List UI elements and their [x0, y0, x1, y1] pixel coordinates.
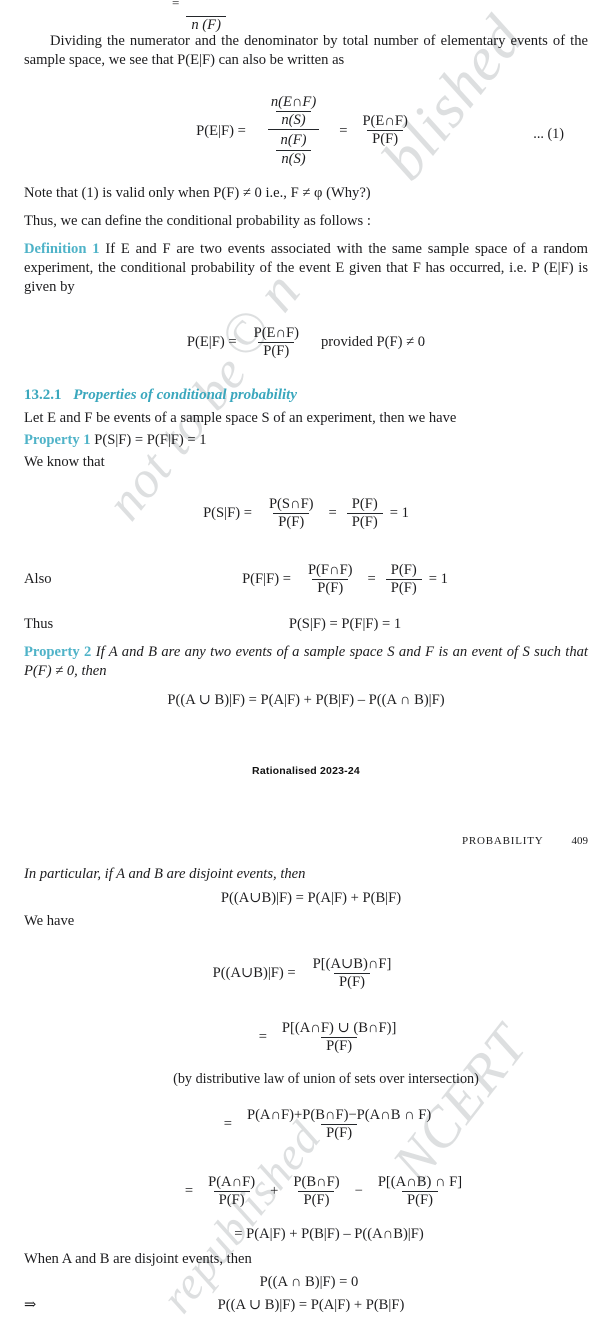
nested-denominator: n(F) n(S)	[267, 129, 320, 167]
equals-sign: =	[328, 505, 337, 522]
also-row: Also P(F|F) = P(F∩F) P(F) = P(F) P(F) = …	[24, 554, 588, 606]
equation-distributive: = P[(A∩F) ∪ (B∩F)] P(F)	[24, 1011, 588, 1065]
definition-1-text: If E and F are two events associated wit…	[24, 240, 588, 295]
equation-pff-result: = 1	[428, 571, 448, 588]
fraction: P[(A∩B) ∩ F] P(F)	[377, 1173, 463, 1209]
equation-disjoint: P((A∪B)|F) = P(A|F) + P(B|F)	[220, 889, 402, 906]
thus-row: Thus P(S|F) = P(F|F) = 1	[24, 616, 588, 633]
section-number: 13.2.1	[24, 386, 62, 403]
nested-fraction: n(E∩F) n(S) n(F) n(S)	[258, 93, 329, 168]
page-break-gap	[0, 777, 612, 835]
equation-expanded: = P(A∩F)+P(B∩F)−P(A∩B ∩ F) P(F)	[24, 1098, 588, 1152]
top-cut-fraction: = n (F)	[24, 0, 588, 33]
equation-intersection-zero: P((A ∩ B)|F) = 0	[259, 1273, 359, 1290]
equation-aub-f: P((A∪B)|F) = P[(A∪B)∩F] P(F)	[24, 947, 588, 1001]
equation-1-tag: ... (1)	[533, 125, 564, 142]
definition-1-block: Definition 1 If E and F are two events a…	[24, 240, 588, 297]
fraction: n (F)	[186, 0, 226, 34]
page-section-upper: = n (F) Dividing the numerator and the d…	[0, 0, 612, 777]
section-title: Properties of conditional probability	[73, 386, 297, 403]
property-2-label: Property 2	[24, 643, 92, 660]
section-heading-13-2-1: 13.2.1 Properties of conditional probabi…	[24, 387, 588, 404]
paragraph-dividing: Dividing the numerator and the denominat…	[24, 33, 588, 68]
page-number: 409	[571, 834, 589, 847]
property-1-block: Property 1 P(S|F) = P(F|F) = 1	[24, 431, 588, 450]
page-content: = n (F) Dividing the numerator and the d…	[0, 0, 612, 1319]
equation-aub-lhs: P((A∪B)|F) =	[212, 965, 296, 982]
equals-sign: =	[339, 122, 348, 139]
equals-sign: =	[258, 1029, 267, 1046]
fraction: P[(A∪B)∩F] P(F)	[312, 955, 392, 991]
equation-property-2: P((A ∪ B)|F) = P(A|F) + P(B|F) – P((A ∩ …	[167, 691, 445, 708]
we-have-line: We have	[24, 912, 75, 929]
in-particular-line: In particular, if A and B are disjoint e…	[24, 865, 306, 882]
property-2-text: If A and B are any two events of a sampl…	[24, 643, 588, 679]
equation-def-suffix: provided P(F) ≠ 0	[320, 334, 426, 351]
fraction: P(B∩F) P(F)	[293, 1173, 340, 1209]
nested-numerator: n(E∩F) n(S)	[270, 93, 317, 128]
equation-final-sum: = P(A|F) + P(B|F) – P((A∩B)|F)	[234, 1225, 424, 1242]
implies-row-1: ⇒ P((A ∪ B)|F) = P(A|F) + P(B|F)	[24, 1296, 588, 1314]
we-know-that-line: We know that	[24, 453, 105, 470]
equation-thus: P(S|F) = P(F|F) = 1	[288, 615, 402, 632]
page-section-lower: PROBABILITY 409 In particular, if A and …	[0, 835, 612, 1319]
distributive-law-note: (by distributive law of union of sets ov…	[173, 1070, 479, 1087]
fraction: P(F) P(F)	[346, 496, 383, 531]
equals-sign: =	[223, 1116, 232, 1133]
fraction: P(F∩F) P(F)	[307, 561, 353, 597]
equation-def-lhs: P(E|F) =	[186, 334, 237, 351]
equals-sign: =	[367, 571, 376, 588]
fraction: P(A∩F) P(F)	[208, 1173, 256, 1209]
note-valid-line: Note that (1) is valid only when P(F) ≠ …	[24, 184, 371, 201]
minus-sign: −	[354, 1183, 363, 1200]
property-1-label: Property 1	[24, 431, 91, 448]
fraction: P(F) P(F)	[385, 562, 422, 597]
equals-sign: =	[184, 1183, 194, 1200]
equation-1-block: P(E|F) = n(E∩F) n(S) n(F) n(S) = P(E∩F) …	[24, 84, 588, 178]
equation-psf-result: = 1	[389, 505, 409, 522]
equation-pff-lhs: P(F|F) =	[242, 571, 291, 588]
fraction: P[(A∩F) ∪ (B∩F)] P(F)	[281, 1019, 397, 1055]
equation-definition: P(E|F) = P(E∩F) P(F) provided P(F) ≠ 0	[24, 315, 588, 371]
running-header: PROBABILITY 409	[24, 835, 588, 847]
running-header-subject: PROBABILITY	[461, 834, 544, 847]
fraction-pef-pf: P(E∩F) P(F)	[362, 112, 408, 148]
equation-pff: P(F|F) = P(F∩F) P(F) = P(F) P(F) = 1	[102, 561, 588, 597]
fraction: P(E∩F) P(F)	[253, 324, 299, 360]
when-disjoint-line: When A and B are disjoint events, then	[24, 1250, 252, 1267]
thus-define-line: Thus, we can define the conditional prob…	[24, 212, 371, 229]
equation-psf: P(S|F) = P(S∩F) P(F) = P(F) P(F) = 1	[24, 488, 588, 540]
textbook-page: blished not to be © n NCERT republished …	[0, 0, 612, 1319]
fraction: P(S∩F) P(F)	[268, 495, 314, 531]
property-1-text: P(S|F) = P(F|F) = 1	[94, 431, 207, 448]
rationalised-footer: Rationalised 2023-24	[252, 764, 360, 777]
equation-psf-lhs: P(S|F) =	[203, 505, 252, 522]
equation-1-lhs: P(E|F) =	[196, 122, 246, 139]
definition-1-label: Definition 1	[24, 240, 100, 257]
equation-1: P(E|F) = n(E∩F) n(S) n(F) n(S) = P(E∩F) …	[24, 84, 588, 178]
equation-three-fractions: = P(A∩F) P(F) + P(B∩F) P(F) − P[(A∩B) ∩ …	[24, 1164, 588, 1220]
let-e-f-line: Let E and F be events of a sample space …	[24, 409, 457, 426]
equation-union-sum: P((A ∪ B)|F) = P(A|F) + P(B|F)	[217, 1296, 405, 1313]
equals-sign: =	[172, 0, 180, 10]
fraction: P(A∩F)+P(B∩F)−P(A∩B ∩ F) P(F)	[246, 1106, 432, 1142]
plus-sign: +	[270, 1183, 279, 1200]
property-2-block: Property 2 If A and B are any two events…	[24, 643, 588, 681]
